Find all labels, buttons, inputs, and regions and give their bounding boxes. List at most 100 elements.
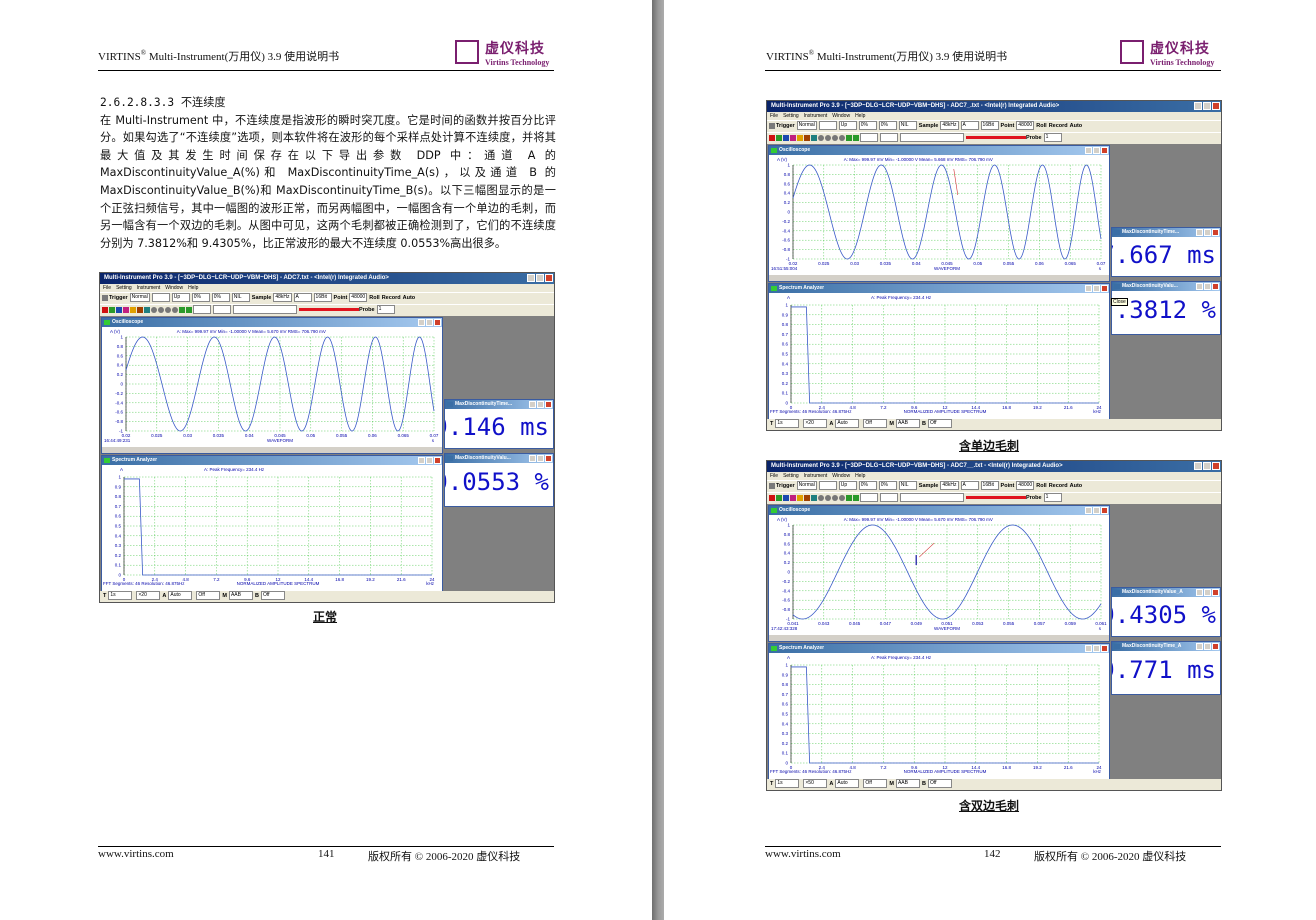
channel-b-select[interactable] <box>213 305 231 315</box>
tool-icon[interactable] <box>818 494 824 501</box>
close-button[interactable] <box>1101 645 1108 652</box>
save-icon[interactable] <box>102 294 108 301</box>
trigger-channel-select[interactable] <box>151 293 170 303</box>
status-off2-select[interactable]: Off <box>260 591 285 601</box>
menu-item[interactable]: Help <box>855 473 865 479</box>
coupling-select[interactable] <box>900 133 964 143</box>
point-input[interactable]: 48000 <box>1016 481 1035 491</box>
auto-button[interactable]: Auto <box>1070 123 1083 129</box>
close-button[interactable] <box>1212 283 1219 290</box>
trigger-edge-select[interactable]: Up <box>171 293 190 303</box>
auto-button[interactable]: Auto <box>403 295 416 301</box>
maximize-button[interactable] <box>537 401 544 408</box>
close-button[interactable] <box>1212 102 1220 110</box>
instrument-icon[interactable] <box>116 306 122 313</box>
trigger-mode-select[interactable]: Normal <box>796 121 817 131</box>
menu-item[interactable]: Setting <box>783 473 799 479</box>
close-button[interactable] <box>1101 147 1108 154</box>
channel-select[interactable]: A <box>960 121 979 131</box>
minimize-button[interactable] <box>1085 507 1092 514</box>
maximize-button[interactable] <box>1093 507 1100 514</box>
minimize-button[interactable] <box>529 401 536 408</box>
status-aab-select[interactable]: AAB <box>895 779 920 789</box>
minimize-button[interactable] <box>1196 589 1203 596</box>
roll-button[interactable]: Roll <box>369 295 379 301</box>
close-button[interactable] <box>1212 643 1219 650</box>
play-icon[interactable] <box>846 134 852 141</box>
trigger-level-2[interactable]: 0% <box>878 121 897 131</box>
maximize-button[interactable] <box>1203 102 1211 110</box>
tool-icon[interactable] <box>165 306 171 313</box>
channel-a-select[interactable] <box>193 305 211 315</box>
channel-select[interactable]: A <box>293 293 312 303</box>
play-icon[interactable] <box>179 306 185 313</box>
tool-icon[interactable] <box>818 134 824 141</box>
status-off2-select[interactable]: Off <box>927 419 952 429</box>
tool-icon[interactable] <box>839 494 845 501</box>
maximize-button[interactable] <box>426 319 433 326</box>
sample-rate-select[interactable]: 48kHz <box>273 293 292 303</box>
instrument-icon[interactable] <box>776 494 782 501</box>
status-off-select[interactable]: Off <box>863 779 888 789</box>
coupling-select[interactable] <box>233 305 297 315</box>
minimize-button[interactable] <box>1085 285 1092 292</box>
trigger-level-1[interactable]: 0% <box>191 293 210 303</box>
tool-icon[interactable] <box>158 306 164 313</box>
save-icon[interactable] <box>769 482 775 489</box>
trigger-edge-select[interactable]: Up <box>838 481 857 491</box>
trigger-level-2[interactable]: 0% <box>211 293 230 303</box>
tool-icon[interactable] <box>825 134 831 141</box>
sample-rate-select[interactable]: 48kHz <box>940 481 959 491</box>
maximize-button[interactable] <box>1204 589 1211 596</box>
instrument-icon[interactable] <box>769 134 775 141</box>
menu-item[interactable]: Window <box>165 285 183 291</box>
status-time-select[interactable]: 1s <box>108 591 133 601</box>
minimize-button[interactable] <box>527 274 535 282</box>
menu-item[interactable]: Window <box>832 473 850 479</box>
play-icon[interactable] <box>846 494 852 501</box>
instrument-icon[interactable] <box>130 306 136 313</box>
instrument-icon[interactable] <box>776 134 782 141</box>
instrument-icon[interactable] <box>137 306 143 313</box>
tool-icon[interactable] <box>151 306 157 313</box>
record-button[interactable]: Record <box>1049 123 1068 129</box>
probe-select[interactable]: 1 <box>376 305 395 315</box>
instrument-icon[interactable] <box>804 494 810 501</box>
instrument-icon[interactable] <box>123 306 129 313</box>
tool-icon[interactable] <box>825 494 831 501</box>
trigger-nil-select[interactable]: NIL <box>231 293 250 303</box>
save-icon[interactable] <box>769 122 775 129</box>
minimize-button[interactable] <box>1196 229 1203 236</box>
trigger-mode-select[interactable]: Normal <box>796 481 817 491</box>
instrument-icon[interactable] <box>109 306 115 313</box>
instrument-icon[interactable] <box>797 134 803 141</box>
tool-icon[interactable] <box>839 134 845 141</box>
maximize-button[interactable] <box>1204 643 1211 650</box>
trigger-mode-select[interactable]: Normal <box>129 293 150 303</box>
menu-item[interactable]: Help <box>188 285 198 291</box>
sample-rate-select[interactable]: 48kHz <box>940 121 959 131</box>
close-button[interactable] <box>545 455 552 462</box>
status-time-select[interactable]: 1s <box>775 419 800 429</box>
close-button[interactable] <box>1212 589 1219 596</box>
tool-icon[interactable] <box>832 134 838 141</box>
maximize-button[interactable] <box>1204 229 1211 236</box>
status-off-select[interactable]: Off <box>863 419 888 429</box>
status-auto-select[interactable]: Auto <box>835 779 860 789</box>
menu-item[interactable]: Help <box>855 113 865 119</box>
status-zoom-select[interactable]: ×20 <box>803 419 828 429</box>
record-button[interactable]: Record <box>1049 483 1068 489</box>
play-icon[interactable] <box>853 134 859 141</box>
bits-select[interactable]: 16Bit <box>980 481 999 491</box>
tool-icon[interactable] <box>172 306 178 313</box>
instrument-icon[interactable] <box>790 494 796 501</box>
menu-item[interactable]: File <box>103 285 111 291</box>
menu-item[interactable]: Setting <box>116 285 132 291</box>
trigger-level-1[interactable]: 0% <box>858 121 877 131</box>
minimize-button[interactable] <box>1194 462 1202 470</box>
instrument-icon[interactable] <box>797 494 803 501</box>
channel-b-select[interactable] <box>880 133 898 143</box>
play-icon[interactable] <box>186 306 192 313</box>
status-zoom-select[interactable]: ×50 <box>803 779 828 789</box>
menu-item[interactable]: Instrument <box>804 113 828 119</box>
